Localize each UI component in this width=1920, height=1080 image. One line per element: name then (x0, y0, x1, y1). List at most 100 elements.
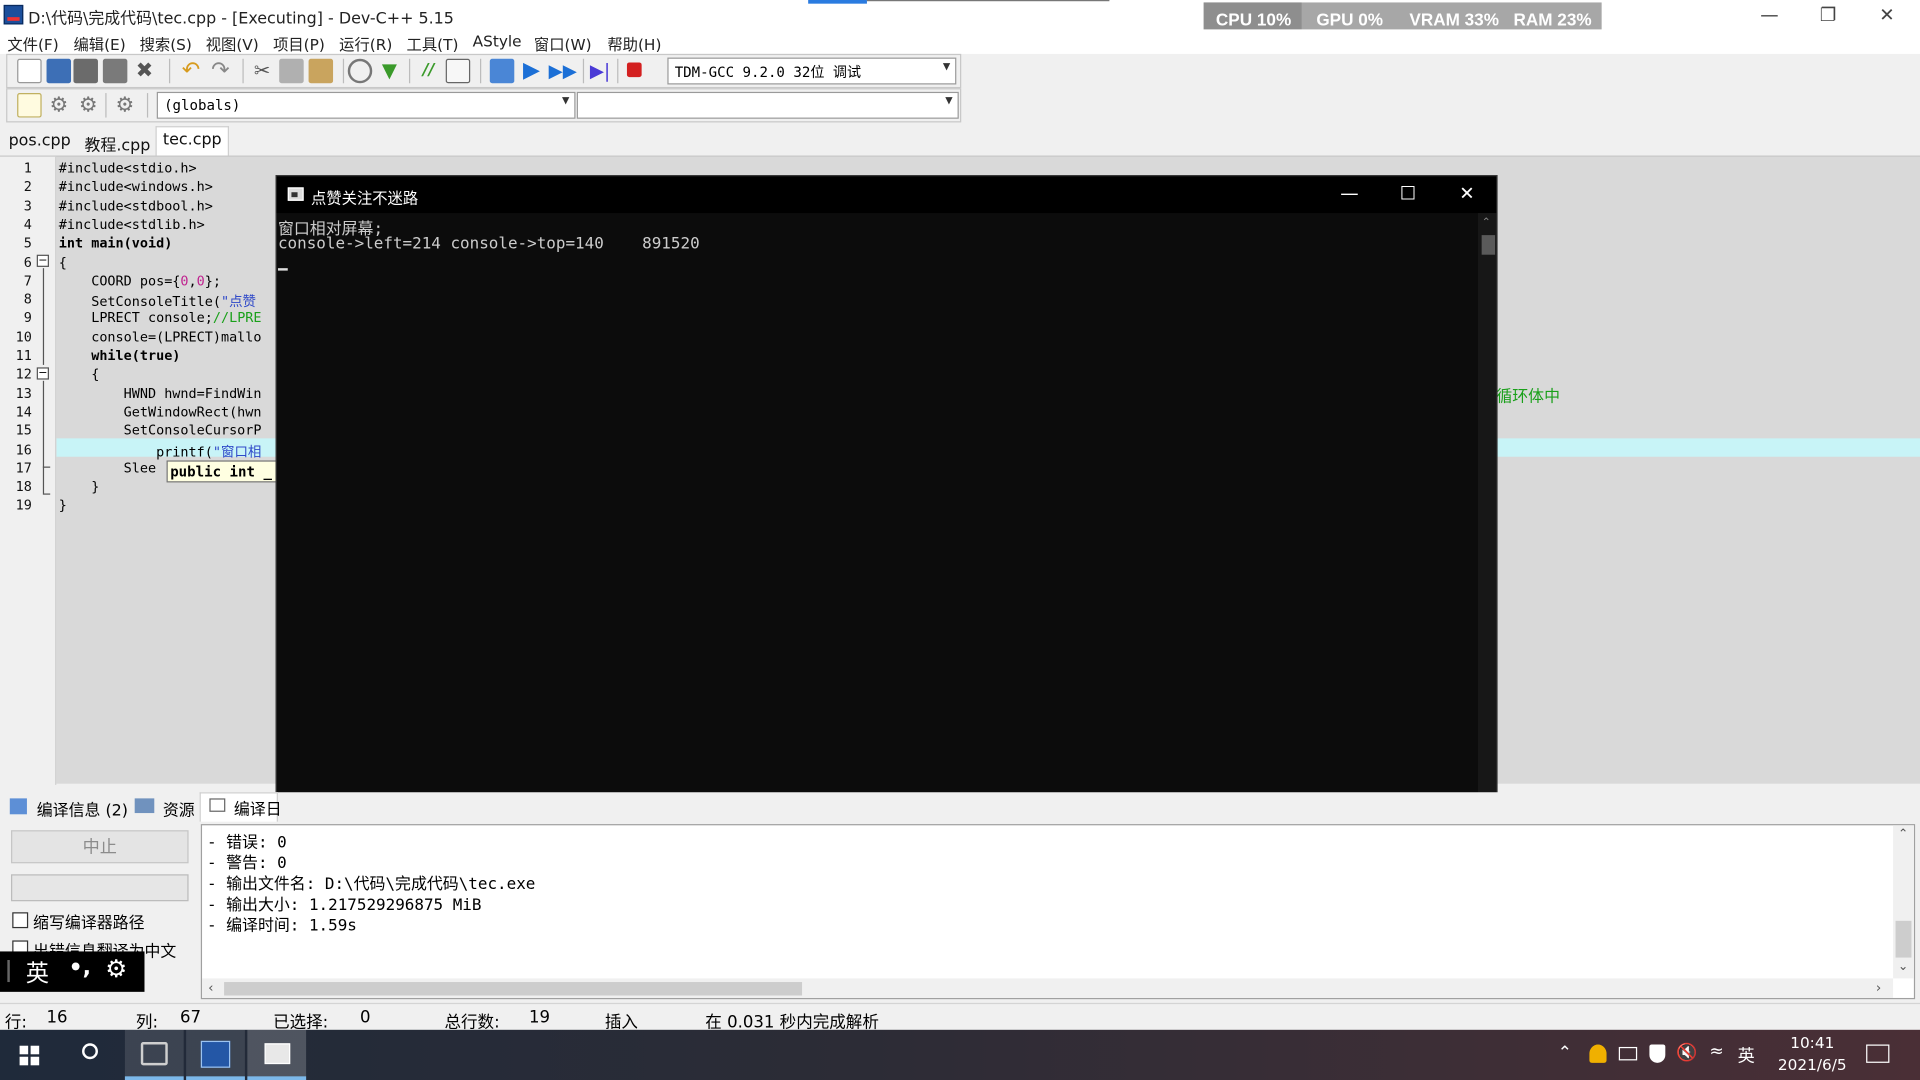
compile-icon[interactable] (489, 58, 515, 84)
paste-icon[interactable] (308, 58, 334, 84)
run-icon[interactable]: ▶ (519, 58, 543, 83)
menu-file[interactable]: 文件(F) (7, 32, 58, 55)
gear-icon[interactable]: ⚙ (76, 93, 100, 117)
console-maximize-button[interactable]: ☐ (1384, 181, 1433, 208)
save-icon[interactable] (73, 58, 98, 84)
close-file-icon[interactable]: ✖ (132, 59, 156, 83)
notifications-icon[interactable] (1866, 1044, 1890, 1063)
find-icon[interactable] (347, 58, 373, 84)
console-scrollbar[interactable]: ⌃ ⌄ (1477, 213, 1497, 814)
console-window[interactable]: 点赞关注不迷路 — ☐ ✕ 窗口相对屏幕; console->left=214 … (275, 175, 1498, 814)
start-button[interactable] (0, 1030, 59, 1080)
code-line: { (59, 254, 67, 270)
console-minimize-button[interactable]: — (1325, 181, 1374, 208)
format-icon[interactable] (445, 58, 471, 84)
gear-icon[interactable]: ⚙ (113, 93, 137, 117)
log-vertical-scrollbar[interactable]: ⌃ ⌄ (1893, 825, 1914, 979)
code-line: HWND hwnd=FindWin (59, 385, 262, 401)
debug-icon[interactable]: ▶| (588, 59, 612, 83)
open-file-icon[interactable] (46, 58, 72, 84)
new-file-icon[interactable] (17, 58, 42, 84)
tray-security-shield-icon[interactable] (1649, 1044, 1666, 1063)
log-hscroll-thumb[interactable] (224, 982, 803, 996)
scroll-up-icon[interactable]: ⌃ (1482, 217, 1491, 229)
compiler-select[interactable]: TDM-GCC 9.2.0 32位 调试 ▼ (667, 57, 957, 85)
abort-button[interactable]: 中止 (11, 830, 189, 864)
code-line: #include<stdio.h> (59, 160, 197, 176)
fold-toggle[interactable]: − (36, 254, 49, 267)
restore-button[interactable]: ❐ (1800, 0, 1856, 32)
tray-expand-icon[interactable]: ⌃ (1558, 1043, 1572, 1063)
comment-icon[interactable]: // (416, 59, 440, 83)
copy-icon[interactable] (279, 58, 304, 84)
gear-icon[interactable]: ⚙ (47, 93, 71, 117)
taskbar-app-explorer[interactable] (124, 1029, 184, 1080)
tab-pos-cpp[interactable]: pos.cpp (2, 129, 76, 156)
console-close-button[interactable]: ✕ (1442, 181, 1491, 208)
code-line: Slee (59, 460, 156, 476)
toolbar-separator (342, 58, 345, 84)
search-icon (82, 1043, 98, 1060)
log-horizontal-scrollbar[interactable]: ‹ › (202, 978, 1894, 998)
goto-icon[interactable]: ▼ (377, 59, 401, 83)
ime-drag-handle[interactable] (7, 960, 10, 983)
menu-run[interactable]: 运行(R) (339, 32, 392, 55)
code-token: "窗口相 (212, 443, 262, 460)
search-button[interactable] (61, 1030, 120, 1080)
menu-search[interactable]: 搜索(S) (140, 32, 192, 55)
cut-icon[interactable]: ✂ (250, 59, 274, 83)
menu-help[interactable]: 帮助(H) (607, 32, 661, 55)
line-gutter: 1 2 3 4 5 6 7 8 9 10 11 12 13 14 15 16 17 18 19 (0, 156, 57, 785)
tab-tec-cpp[interactable]: tec.cpp (155, 126, 230, 157)
menu-view[interactable]: 视图(V) (206, 32, 259, 55)
undo-icon[interactable]: ↶ (179, 58, 203, 83)
new-class-icon[interactable] (17, 93, 42, 118)
minimize-button[interactable]: — (1741, 0, 1797, 32)
log-vscroll-thumb[interactable] (1895, 920, 1912, 958)
ime-settings-icon[interactable]: ⚙ (105, 954, 127, 983)
save-all-icon[interactable] (102, 58, 128, 84)
scroll-left-icon[interactable]: ‹ (208, 980, 213, 996)
tab-compile-log[interactable]: 编译日 (234, 796, 282, 819)
tray-volume-muted-icon[interactable]: 🔇 (1676, 1043, 1697, 1063)
windows-taskbar: ⌃ 🔇 ≈ 英 10:41 2021/6/5 (0, 1029, 1920, 1080)
line-number: 10 (15, 329, 32, 345)
tab-resources[interactable]: 资源 (163, 797, 195, 820)
menu-edit[interactable]: 编辑(E) (73, 32, 125, 55)
devcpp-app-icon[interactable] (3, 4, 24, 25)
compile-run-icon[interactable]: ▶▶ (549, 59, 577, 83)
redo-icon[interactable]: ↷ (208, 58, 232, 83)
console-scroll-thumb[interactable] (1481, 235, 1496, 255)
tray-clock-time[interactable]: 10:41 (1774, 1033, 1850, 1051)
taskbar-app-devcpp[interactable] (186, 1029, 245, 1080)
tray-user-icon[interactable] (1589, 1044, 1607, 1063)
menu-project[interactable]: 项目(P) (273, 32, 325, 55)
ime-toolbar[interactable]: 英 •, ⚙ (0, 951, 145, 992)
tab-compile-info[interactable]: 编译信息 (2) (37, 797, 128, 820)
tray-battery-icon[interactable] (1618, 1046, 1638, 1061)
member-select[interactable]: ▼ (576, 91, 959, 119)
menu-window[interactable]: 窗口(W) (534, 32, 592, 55)
compile-log-icon (209, 798, 226, 812)
stop-icon[interactable] (626, 62, 642, 78)
ime-punctuation[interactable]: •, (69, 955, 91, 981)
shorten-path-checkbox[interactable] (12, 912, 29, 929)
scope-select[interactable]: (globals) ▼ (156, 91, 576, 119)
compile-log[interactable]: - 错误: 0 - 警告: 0 - 输出文件名: D:\代码\完成代码\tec.… (200, 824, 1916, 1000)
tray-clock-date[interactable]: 2021/6/5 (1774, 1056, 1850, 1074)
tray-ime-indicator[interactable]: 英 (1738, 1043, 1755, 1067)
code-token: //LPRE (212, 310, 262, 327)
tab-tutorial-cpp[interactable]: 教程.cpp (78, 129, 156, 155)
tray-network-icon[interactable]: ≈ (1709, 1042, 1723, 1062)
taskbar-app-console[interactable] (247, 1029, 307, 1080)
scroll-up-icon[interactable]: ⌃ (1898, 828, 1908, 841)
close-button[interactable]: ✕ (1859, 0, 1915, 32)
fold-toggle[interactable]: − (36, 367, 49, 380)
menu-astyle[interactable]: AStyle (473, 32, 522, 50)
scroll-down-icon[interactable]: ⌄ (1898, 960, 1908, 973)
ime-language[interactable]: 英 (26, 955, 49, 988)
toolbar-separator (617, 58, 619, 84)
console-title-bar[interactable]: 点赞关注不迷路 — ☐ ✕ (276, 176, 1497, 214)
menu-tools[interactable]: 工具(T) (407, 32, 459, 55)
scroll-right-icon[interactable]: › (1876, 980, 1881, 996)
